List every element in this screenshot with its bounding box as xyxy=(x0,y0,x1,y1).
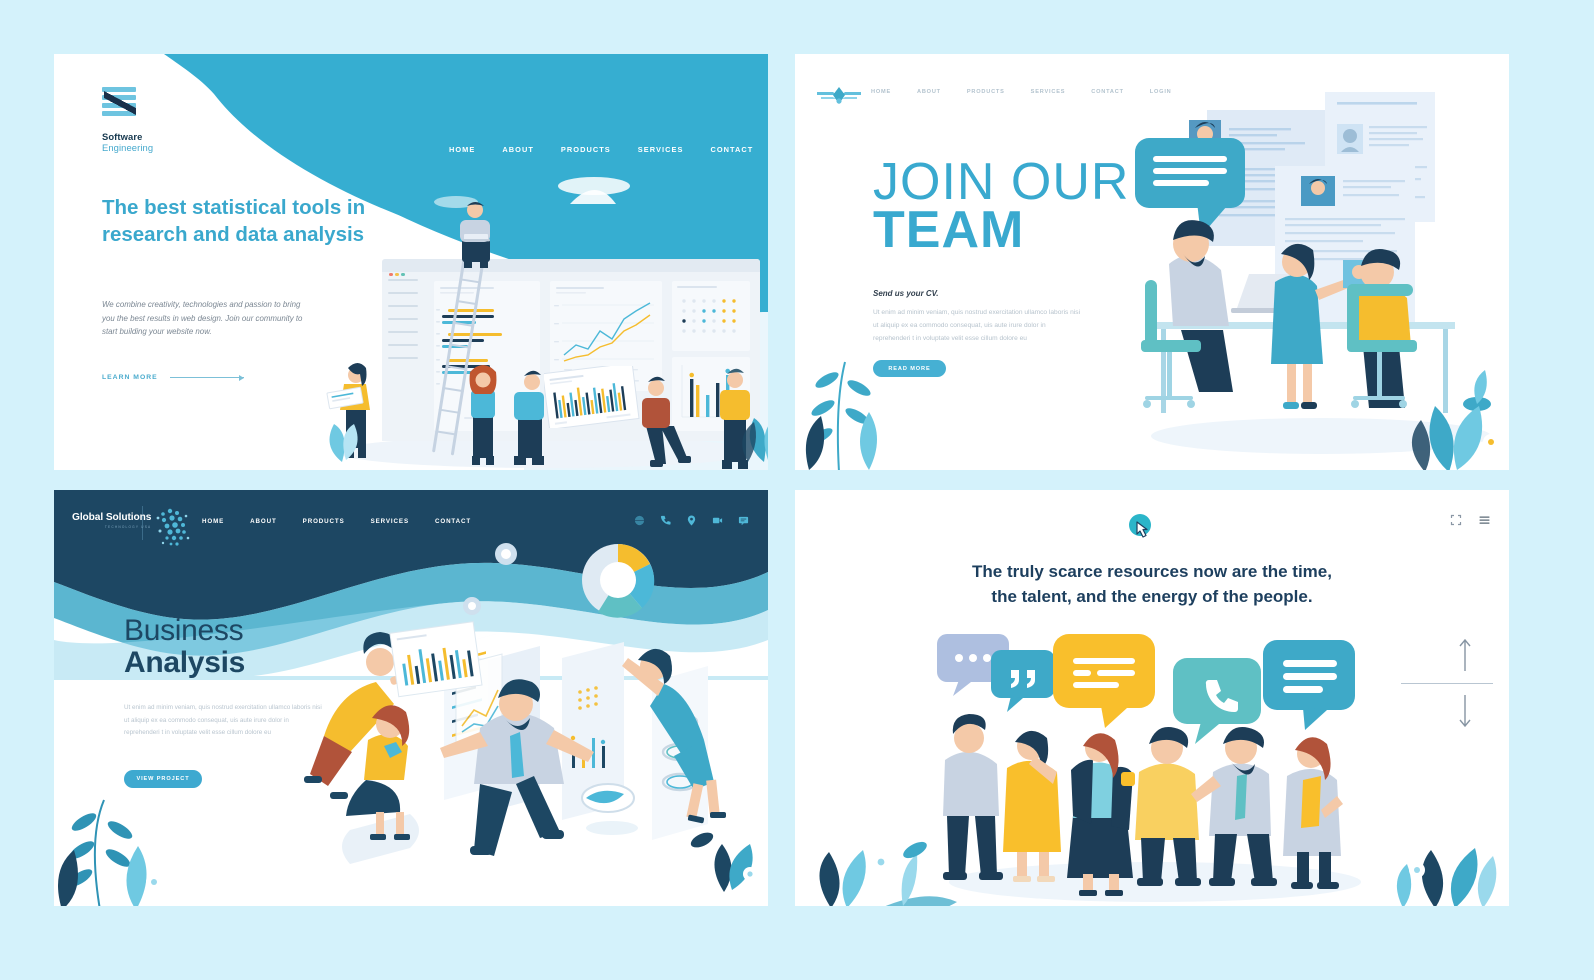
phone-icon[interactable] xyxy=(660,515,671,526)
nav-item-contact[interactable]: CONTACT xyxy=(435,518,471,525)
foliage-decoration xyxy=(742,418,768,462)
person-6 xyxy=(1283,737,1343,889)
globe-icon[interactable] xyxy=(634,515,645,526)
header-icon-group xyxy=(634,515,749,526)
nav-item-services[interactable]: SERVICES xyxy=(1031,89,1066,95)
speech-bubble-text-yellow xyxy=(1053,634,1155,728)
nav-item-home[interactable]: HOME xyxy=(449,145,475,154)
donut-chart-prop xyxy=(582,544,655,618)
quote-line-1: The truly scarce resources now are the t… xyxy=(972,562,1332,581)
business-analysis-illustration xyxy=(304,540,768,906)
speech-bubble-text-blue xyxy=(1263,640,1355,730)
foliage-decoration-bottom-left xyxy=(819,841,957,906)
nav-item-contact[interactable]: CONTACT xyxy=(710,145,753,154)
page-subtitle: Send us your CV. xyxy=(873,289,939,298)
person-3 xyxy=(1067,733,1135,896)
logo-title: Software xyxy=(102,131,143,142)
foliage-decoration-left xyxy=(805,361,877,470)
arrow-right-icon xyxy=(169,374,244,381)
page-body-text: Ut enim ad minim veniam, quis nostrud ex… xyxy=(873,309,1081,343)
foliage-decoration-bottom-right xyxy=(1397,848,1497,906)
arrow-up-icon[interactable] xyxy=(1457,638,1473,672)
nav-item-products[interactable]: PRODUCTS xyxy=(303,518,345,525)
nav-item-about[interactable]: ABOUT xyxy=(250,518,277,525)
logo-tagline: TECHNOLOGY USA xyxy=(104,525,152,529)
learn-more-link[interactable]: LEARN MORE xyxy=(102,374,244,381)
panel-scarce-resources: The truly scarce resources now are the t… xyxy=(795,490,1509,906)
logo-subtitle: Engineering xyxy=(102,142,154,153)
page-title: The truly scarce resources now are the t… xyxy=(795,560,1509,609)
quote-line-2: the talent, and the energy of the people… xyxy=(991,586,1313,606)
scroll-navigation xyxy=(1401,638,1493,728)
logo-software-engineering[interactable]: Software Engineering xyxy=(102,86,153,153)
page-title: Business Analysis xyxy=(124,614,245,680)
person-standing-center xyxy=(469,365,497,465)
dot-matrix-card xyxy=(672,281,750,351)
nav-item-home[interactable]: HOME xyxy=(871,89,891,95)
logo-mark-icon xyxy=(102,86,138,122)
person-on-top-with-laptop xyxy=(460,202,490,268)
speech-bubble-quote xyxy=(991,650,1055,712)
page-title-line2: Analysis xyxy=(124,646,245,680)
nav-item-contact[interactable]: CONTACT xyxy=(1091,89,1124,95)
arrow-down-icon[interactable] xyxy=(1457,694,1473,728)
primary-nav: HOME ABOUT PRODUCTS SERVICES CONTACT xyxy=(449,136,768,162)
foliage-decoration-left xyxy=(329,424,358,462)
nav-item-home[interactable]: HOME xyxy=(202,518,224,525)
location-pin-icon[interactable] xyxy=(686,515,697,526)
wings-icon[interactable] xyxy=(815,84,863,106)
sphere-logo-icon xyxy=(156,508,190,546)
person-2 xyxy=(1003,730,1061,882)
dashboard-illustration xyxy=(306,184,768,470)
people-discussion-illustration xyxy=(925,620,1385,906)
gear-icon xyxy=(463,543,517,615)
nav-item-products[interactable]: PRODUCTS xyxy=(561,145,611,154)
nav-item-services[interactable]: SERVICES xyxy=(638,145,684,154)
panel-software-engineering: Software Engineering HOME ABOUT PRODUCTS… xyxy=(54,54,768,470)
person-walking-right xyxy=(642,376,691,467)
page-body-text: We combine creativity, technologies and … xyxy=(102,300,303,337)
panel-join-our-team: HOME ABOUT PRODUCTS SERVICES CONTACT LOG… xyxy=(795,54,1509,470)
scroll-divider xyxy=(1401,683,1493,684)
nav-item-services[interactable]: SERVICES xyxy=(371,518,409,525)
logo-global-solutions[interactable]: Global Solutions TECHNOLOGY USA xyxy=(72,512,151,529)
foliage-decoration-right xyxy=(1412,406,1499,470)
panel-business-analysis: Global Solutions TECHNOLOGY USA HOME ABO… xyxy=(54,490,768,906)
foliage-decoration-right xyxy=(690,832,757,892)
nav-item-about[interactable]: ABOUT xyxy=(502,145,534,154)
primary-nav: HOME ABOUT PRODUCTS SERVICES CONTACT xyxy=(202,518,471,525)
toolbar xyxy=(1450,514,1491,526)
page-title: The best statistical tools in research a… xyxy=(102,196,366,247)
view-project-button[interactable]: VIEW PROJECT xyxy=(124,770,202,788)
page-title-line1: Business xyxy=(124,614,244,647)
cursor-click-icon[interactable] xyxy=(1125,512,1159,546)
fullscreen-icon[interactable] xyxy=(1450,514,1462,526)
landing-page-mockup-board: Software Engineering HOME ABOUT PRODUCTS… xyxy=(0,0,1594,980)
video-camera-icon[interactable] xyxy=(712,515,723,526)
person-5 xyxy=(1191,727,1277,886)
page-body-text: Ut enim ad minim veniam, quis nostrud ex… xyxy=(124,704,322,737)
magnifier-prop xyxy=(581,783,635,813)
logo-title: Global Solutions xyxy=(72,512,152,523)
message-icon[interactable] xyxy=(738,515,749,526)
nav-item-about[interactable]: ABOUT xyxy=(917,89,941,95)
learn-more-label: LEARN MORE xyxy=(102,374,158,381)
nav-item-products[interactable]: PRODUCTS xyxy=(967,89,1005,95)
hamburger-icon[interactable] xyxy=(1478,514,1491,526)
